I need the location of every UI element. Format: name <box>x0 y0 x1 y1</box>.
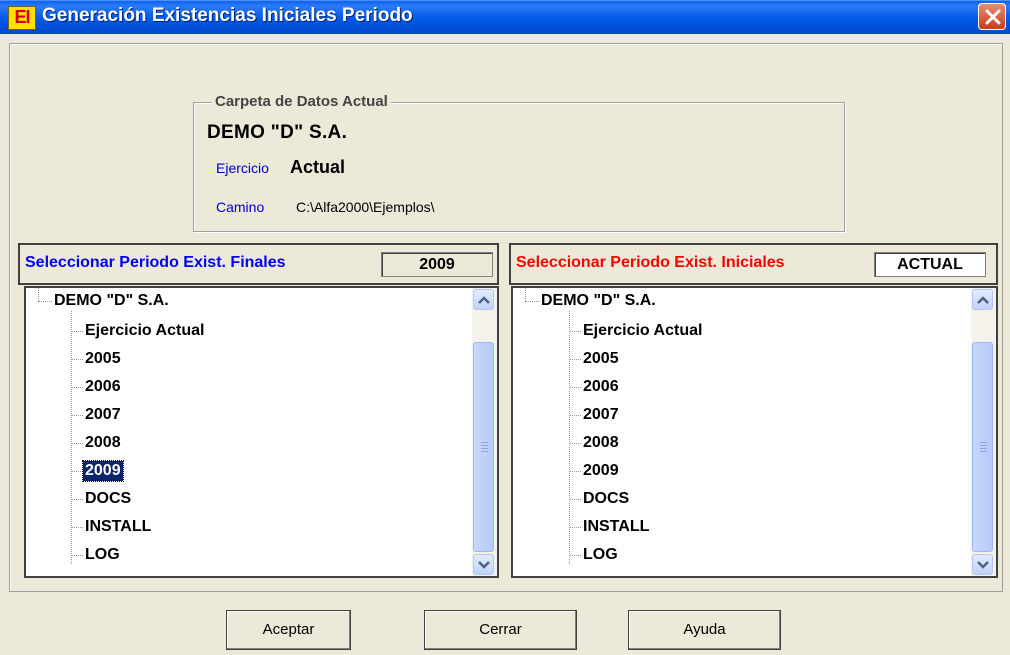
tree-item[interactable]: Ejercicio Actual <box>583 321 702 341</box>
tree-line <box>569 387 581 388</box>
right-tree-scrollbar[interactable] <box>971 288 996 576</box>
tree-item[interactable]: 2007 <box>85 405 121 425</box>
tree-line <box>71 415 83 416</box>
title-bar[interactable]: EI Generación Existencias Iniciales Peri… <box>0 0 1010 34</box>
left-folder-tree[interactable]: DEMO "D" S.A. Ejercicio Actual 2005 2006… <box>24 286 499 578</box>
tree-line <box>71 331 83 332</box>
tree-line <box>569 415 581 416</box>
window-title: Generación Existencias Iniciales Periodo <box>42 5 413 26</box>
tree-item[interactable]: 2008 <box>85 433 121 453</box>
tree-line <box>38 301 52 302</box>
tree-line <box>71 387 83 388</box>
app-icon: EI <box>8 6 36 30</box>
tree-item[interactable]: INSTALL <box>85 517 151 537</box>
scroll-thumb[interactable] <box>473 342 494 552</box>
right-panel-header: Seleccionar Periodo Exist. Iniciales ACT… <box>509 243 998 285</box>
ayuda-button[interactable]: Ayuda <box>628 610 781 650</box>
tree-item[interactable]: LOG <box>85 545 120 565</box>
tree-line <box>569 555 581 556</box>
aceptar-button[interactable]: Aceptar <box>226 610 351 650</box>
close-button[interactable] <box>978 3 1006 30</box>
tree-line <box>569 359 581 360</box>
tree-item[interactable]: 2006 <box>85 377 121 397</box>
chevron-down-icon <box>478 561 490 569</box>
tree-line <box>569 499 581 500</box>
chevron-up-icon <box>977 296 989 304</box>
tree-item[interactable]: 2005 <box>85 349 121 369</box>
grip-line <box>980 445 987 446</box>
chevron-up-icon <box>478 296 490 304</box>
tree-line <box>569 443 581 444</box>
scroll-up-button[interactable] <box>972 289 993 310</box>
company-name: DEMO "D" S.A. <box>207 122 348 143</box>
close-icon <box>985 9 1001 25</box>
aceptar-label: Aceptar <box>262 621 315 638</box>
left-panel-label: Seleccionar Periodo Exist. Finales <box>25 254 286 271</box>
tree-line <box>569 527 581 528</box>
scroll-down-button[interactable] <box>473 554 494 575</box>
tree-item[interactable]: INSTALL <box>583 517 649 537</box>
tree-line <box>38 288 39 301</box>
scroll-down-button[interactable] <box>972 554 993 575</box>
tree-line <box>71 471 83 472</box>
grip-line <box>980 451 987 452</box>
tree-item[interactable]: LOG <box>583 545 618 565</box>
scroll-up-button[interactable] <box>473 289 494 310</box>
right-period-value: ACTUAL <box>874 252 986 277</box>
tree-item[interactable]: 2007 <box>583 405 619 425</box>
cerrar-label: Cerrar <box>479 621 522 638</box>
left-period-value: 2009 <box>381 252 493 277</box>
tree-item-selected[interactable]: 2009 <box>82 460 124 482</box>
tree-item[interactable]: 2008 <box>583 433 619 453</box>
grip-line <box>481 451 488 452</box>
tree-line <box>71 555 83 556</box>
ejercicio-value: Actual <box>290 157 346 177</box>
grip-line <box>481 448 488 449</box>
right-folder-tree[interactable]: DEMO "D" S.A. Ejercicio Actual 2005 2006… <box>511 286 998 578</box>
tree-line <box>525 301 539 302</box>
grip-line <box>481 442 488 443</box>
tree-line <box>71 359 83 360</box>
tree-line <box>569 471 581 472</box>
tree-item[interactable]: 2005 <box>583 349 619 369</box>
left-panel-header: Seleccionar Periodo Exist. Finales 2009 <box>18 243 499 285</box>
tree-item[interactable]: DOCS <box>583 489 629 509</box>
left-tree-scrollbar[interactable] <box>472 288 497 576</box>
tree-line <box>71 527 83 528</box>
grip-line <box>980 448 987 449</box>
tree-item[interactable]: Ejercicio Actual <box>85 321 204 341</box>
carpeta-legend: Carpeta de Datos Actual <box>212 93 391 110</box>
camino-value: C:\Alfa2000\Ejemplos\ <box>296 199 435 215</box>
right-panel-label: Seleccionar Periodo Exist. Iniciales <box>516 254 785 271</box>
scroll-thumb[interactable] <box>972 342 993 552</box>
tree-item[interactable]: DOCS <box>85 489 131 509</box>
grip-line <box>481 445 488 446</box>
tree-item[interactable]: 2009 <box>583 461 619 481</box>
ayuda-label: Ayuda <box>683 621 726 638</box>
tree-item[interactable]: 2006 <box>583 377 619 397</box>
camino-label: Camino <box>216 199 265 215</box>
tree-line <box>525 288 526 301</box>
tree-root[interactable]: DEMO "D" S.A. <box>54 291 169 311</box>
tree-line <box>569 331 581 332</box>
tree-line <box>71 499 83 500</box>
chevron-down-icon <box>977 561 989 569</box>
tree-line <box>71 443 83 444</box>
tree-root[interactable]: DEMO "D" S.A. <box>541 291 656 311</box>
cerrar-button[interactable]: Cerrar <box>424 610 577 650</box>
grip-line <box>980 442 987 443</box>
ejercicio-label: Ejercicio <box>216 160 269 176</box>
